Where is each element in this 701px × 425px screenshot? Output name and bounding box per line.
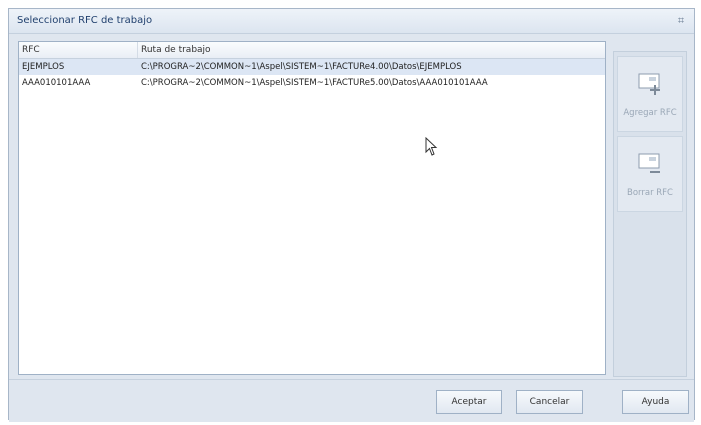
- cell-rfc: AAA010101AAA: [22, 78, 91, 88]
- cell-ruta: C:\PROGRA~2\COMMON~1\Aspel\SISTEM~1\FACT…: [141, 78, 488, 88]
- grid-header: RFC Ruta de trabajo: [19, 42, 605, 59]
- cancel-button[interactable]: Cancelar: [516, 390, 583, 414]
- help-button[interactable]: Ayuda: [622, 390, 689, 414]
- add-rfc-label: Agregar RFC: [623, 108, 677, 118]
- button-bar: Aceptar Cancelar Ayuda: [9, 379, 694, 422]
- column-header-ruta[interactable]: Ruta de trabajo: [138, 42, 605, 58]
- column-header-rfc[interactable]: RFC: [19, 42, 138, 58]
- add-rfc-button[interactable]: Agregar RFC: [617, 56, 683, 132]
- cell-ruta: C:\PROGRA~2\COMMON~1\Aspel\SISTEM~1\FACT…: [141, 62, 462, 72]
- dialog-title: Seleccionar RFC de trabajo: [17, 15, 153, 26]
- table-row[interactable]: AAA010101AAA C:\PROGRA~2\COMMON~1\Aspel\…: [19, 75, 605, 91]
- delete-rfc-label: Borrar RFC: [626, 188, 673, 198]
- side-panel: Agregar RFC Borrar RFC: [613, 51, 687, 377]
- rfc-grid: RFC Ruta de trabajo EJEMPLOS C:\PROGRA~2…: [18, 41, 606, 375]
- close-icon[interactable]: ⌗: [674, 14, 688, 28]
- mouse-cursor-icon: [425, 137, 438, 156]
- title-bar[interactable]: Seleccionar RFC de trabajo ⌗: [9, 9, 694, 34]
- table-row[interactable]: EJEMPLOS C:\PROGRA~2\COMMON~1\Aspel\SIST…: [19, 59, 605, 75]
- accept-button[interactable]: Aceptar: [436, 390, 502, 414]
- delete-rfc-button[interactable]: Borrar RFC: [617, 136, 683, 212]
- dialog-window: Seleccionar RFC de trabajo ⌗ RFC Ruta de…: [8, 8, 695, 422]
- add-rfc-icon: [638, 73, 660, 95]
- cell-rfc: EJEMPLOS: [22, 62, 65, 72]
- delete-rfc-icon: [638, 153, 660, 173]
